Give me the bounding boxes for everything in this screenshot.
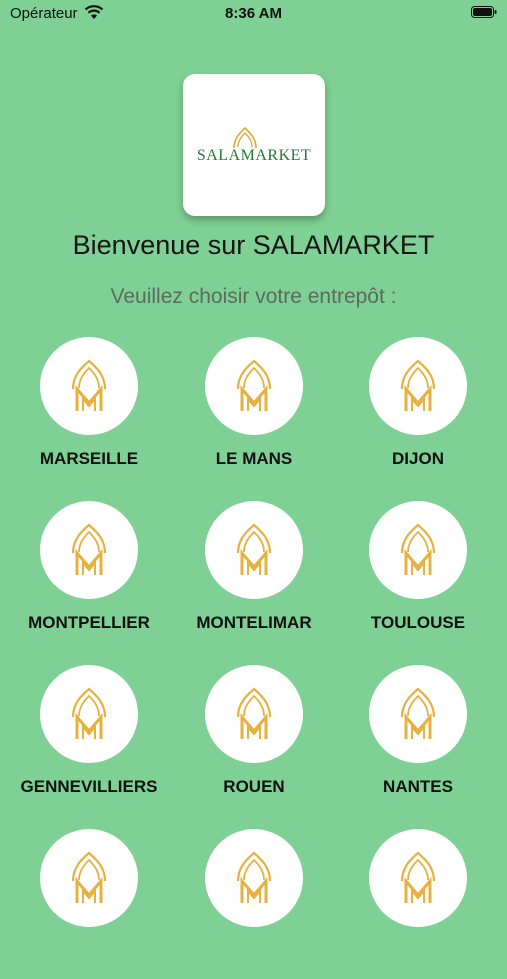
warehouse-name[interactable]: MONTELIMAR — [172, 613, 336, 633]
salamarket-dome-icon — [71, 523, 107, 575]
warehouse-name[interactable]: MONTPELLIER — [7, 613, 171, 633]
warehouse-name[interactable]: DIJON — [336, 449, 500, 469]
warehouse-tile[interactable]: MONTELIMAR — [172, 501, 336, 651]
warehouse-name[interactable]: MARSEILLE — [7, 449, 171, 469]
warehouse-tile[interactable]: GENNEVILLIERS — [7, 665, 171, 815]
warehouse-icon-circle[interactable] — [205, 665, 303, 763]
warehouse-tile[interactable] — [172, 829, 336, 979]
salamarket-dome-icon — [236, 687, 272, 739]
warehouse-icon-circle[interactable] — [205, 337, 303, 435]
warehouse-icon-circle[interactable] — [205, 829, 303, 927]
salamarket-dome-icon — [236, 523, 272, 575]
warehouse-name[interactable]: TOULOUSE — [336, 613, 500, 633]
salamarket-dome-icon — [400, 523, 436, 575]
warehouse-icon-circle[interactable] — [205, 501, 303, 599]
warehouse-tile[interactable]: MARSEILLE — [7, 337, 171, 487]
warehouse-name[interactable]: NANTES — [336, 777, 500, 797]
warehouse-name[interactable]: GENNEVILLIERS — [7, 777, 171, 797]
warehouse-icon-circle[interactable] — [40, 501, 138, 599]
warehouse-icon-circle[interactable] — [369, 337, 467, 435]
warehouse-grid: MARSEILLE LE MANS DIJON MONTPELLIER MONT… — [0, 0, 507, 927]
salamarket-dome-icon — [400, 851, 436, 903]
warehouse-tile[interactable]: LE MANS — [172, 337, 336, 487]
warehouse-tile[interactable]: MONTPELLIER — [7, 501, 171, 651]
warehouse-icon-circle[interactable] — [40, 829, 138, 927]
warehouse-tile[interactable]: TOULOUSE — [336, 501, 500, 651]
warehouse-icon-circle[interactable] — [369, 501, 467, 599]
warehouse-tile[interactable] — [7, 829, 171, 979]
salamarket-dome-icon — [400, 687, 436, 739]
salamarket-dome-icon — [71, 687, 107, 739]
warehouse-tile[interactable]: NANTES — [336, 665, 500, 815]
warehouse-name[interactable]: ROUEN — [172, 777, 336, 797]
salamarket-dome-icon — [71, 851, 107, 903]
warehouse-tile[interactable] — [336, 829, 500, 979]
salamarket-dome-icon — [236, 851, 272, 903]
warehouse-icon-circle[interactable] — [369, 829, 467, 927]
warehouse-icon-circle[interactable] — [369, 665, 467, 763]
warehouse-tile[interactable]: DIJON — [336, 337, 500, 487]
salamarket-dome-icon — [400, 359, 436, 411]
warehouse-icon-circle[interactable] — [40, 337, 138, 435]
warehouse-tile[interactable]: ROUEN — [172, 665, 336, 815]
warehouse-name[interactable]: LE MANS — [172, 449, 336, 469]
salamarket-dome-icon — [71, 359, 107, 411]
warehouse-icon-circle[interactable] — [40, 665, 138, 763]
salamarket-dome-icon — [236, 359, 272, 411]
